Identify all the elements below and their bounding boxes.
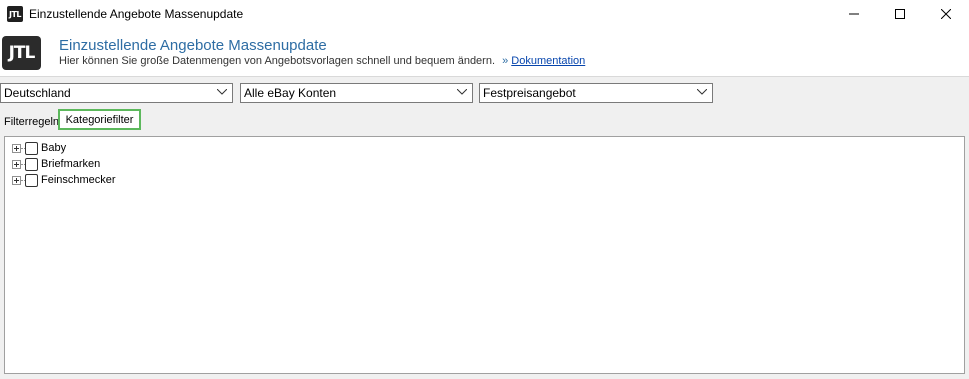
minimize-button[interactable] xyxy=(831,0,877,28)
minimize-icon xyxy=(849,13,859,15)
link-arrow: » xyxy=(502,55,509,67)
window-controls xyxy=(831,0,969,28)
listing-type-select-value: Festpreisangebot xyxy=(483,86,576,100)
category-tree[interactable]: Baby Briefmarken Feinschmecker xyxy=(4,136,965,374)
page-subtitle: Hier können Sie große Datenmengen von An… xyxy=(59,55,585,67)
page-title: Einzustellende Angebote Massenupdate xyxy=(59,37,327,54)
listing-type-select[interactable]: Festpreisangebot xyxy=(479,83,713,103)
tree-node[interactable]: Baby xyxy=(12,140,66,156)
tree-node-label[interactable]: Feinschmecker xyxy=(41,174,116,186)
header-divider xyxy=(0,76,969,77)
close-button[interactable] xyxy=(923,0,969,28)
app-icon: JTL xyxy=(7,6,23,22)
header: JTL Einzustellende Angebote Massenupdate… xyxy=(0,28,969,76)
tab-kategoriefilter[interactable]: Kategoriefilter xyxy=(58,109,141,130)
maximize-icon xyxy=(895,9,905,19)
title-bar: JTL Einzustellende Angebote Massenupdate xyxy=(0,0,969,28)
chevron-down-icon xyxy=(217,89,227,95)
node-checkbox[interactable] xyxy=(25,141,38,155)
tree-node[interactable]: Feinschmecker xyxy=(12,172,116,188)
node-checkbox[interactable] xyxy=(25,173,38,187)
tree-node-label[interactable]: Briefmarken xyxy=(41,158,100,170)
jtl-logo: JTL xyxy=(2,36,41,70)
expand-icon[interactable] xyxy=(12,143,21,153)
chevron-down-icon xyxy=(457,89,467,95)
node-checkbox[interactable] xyxy=(25,157,38,171)
country-select[interactable]: Deutschland xyxy=(0,83,233,103)
chevron-down-icon xyxy=(697,89,707,95)
subtitle-text: Hier können Sie große Datenmengen von An… xyxy=(59,55,496,67)
tab-filterregeln[interactable]: Filterregeln xyxy=(4,116,59,128)
maximize-button[interactable] xyxy=(877,0,923,28)
tree-node-label[interactable]: Baby xyxy=(41,142,66,154)
tree-node[interactable]: Briefmarken xyxy=(12,156,100,172)
account-select[interactable]: Alle eBay Konten xyxy=(240,83,473,103)
expand-icon[interactable] xyxy=(12,159,21,169)
account-select-value: Alle eBay Konten xyxy=(244,86,337,100)
documentation-link[interactable]: Dokumentation xyxy=(511,55,585,67)
close-icon xyxy=(941,9,951,19)
expand-icon[interactable] xyxy=(12,175,21,185)
country-select-value: Deutschland xyxy=(4,86,71,100)
window-title: Einzustellende Angebote Massenupdate xyxy=(29,7,244,21)
